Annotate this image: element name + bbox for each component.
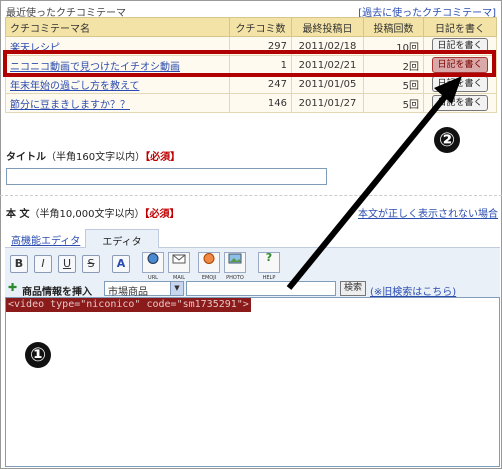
arrow-head	[434, 76, 462, 104]
arrow-shaft	[286, 91, 451, 290]
annotation-arrow	[286, 76, 462, 290]
